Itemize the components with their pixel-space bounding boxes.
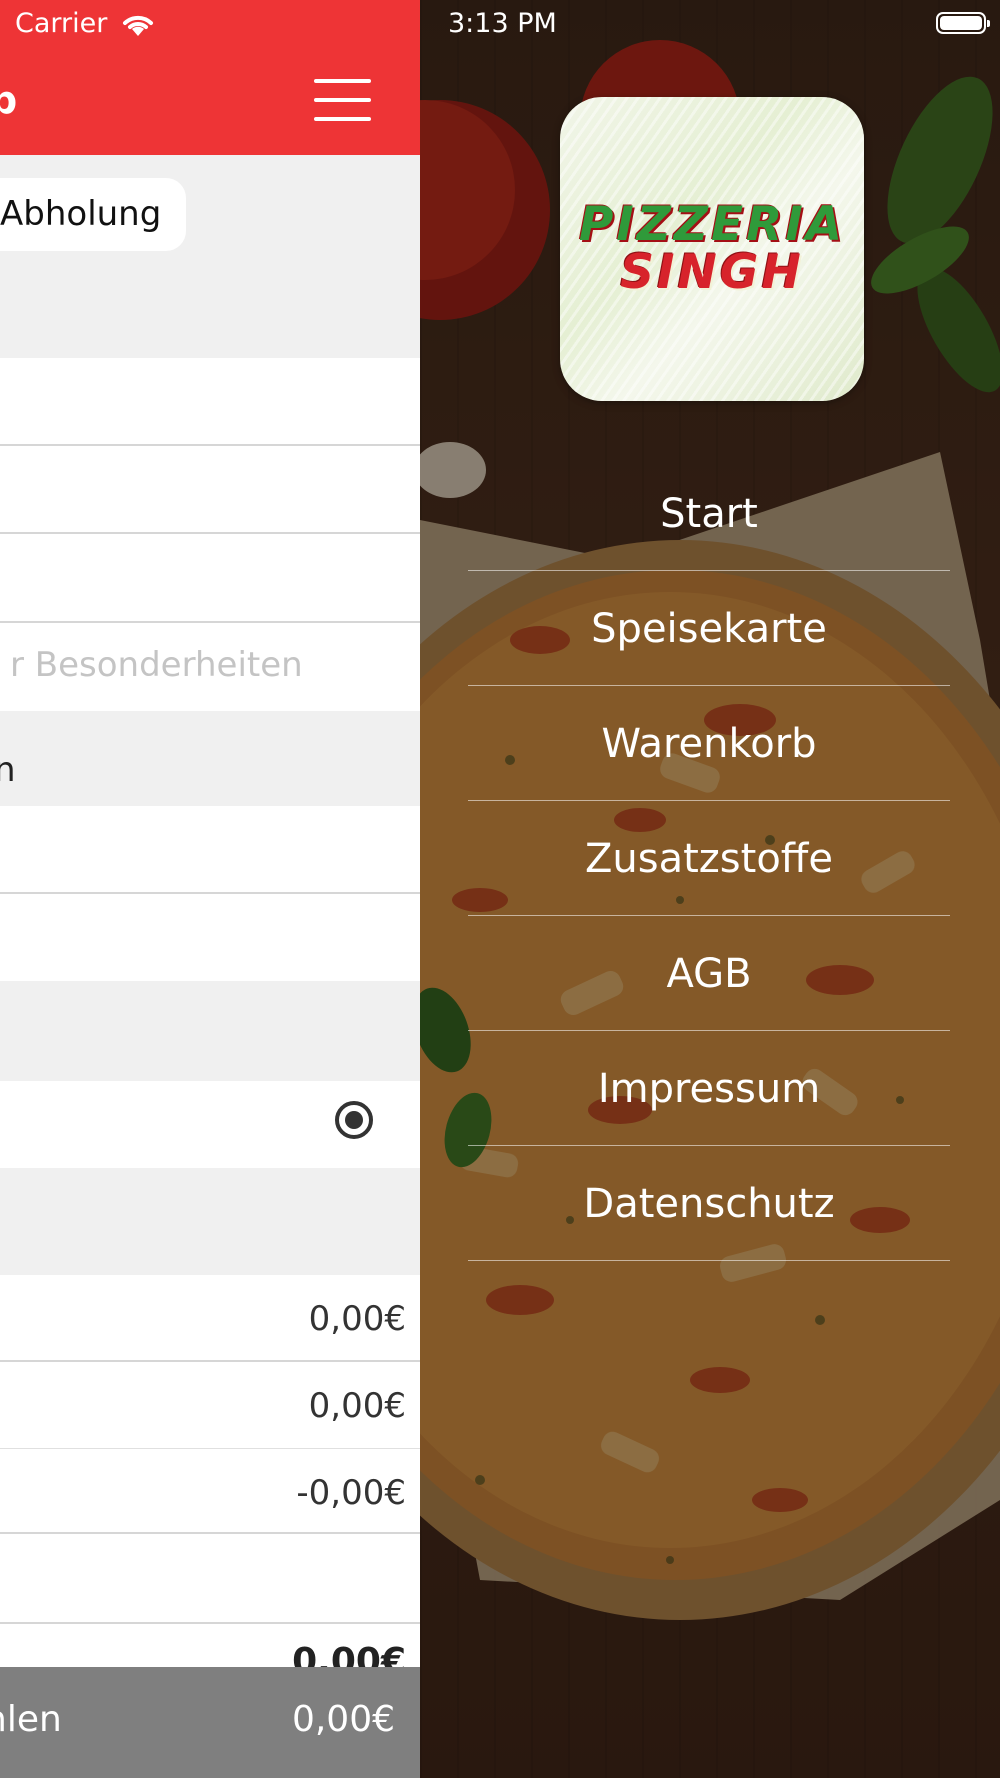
spacer-row [0, 1534, 420, 1622]
menu-item-start[interactable]: Start [468, 456, 950, 571]
menu-toggle-button[interactable] [314, 79, 371, 123]
menu-item-label: Speisekarte [591, 605, 827, 652]
checkout-amount: 0,00€ [291, 1699, 395, 1740]
checkout-button[interactable]: hlen 0,00€ [0, 1667, 420, 1778]
page-title: b [0, 78, 18, 122]
section-header: n [0, 750, 16, 790]
battery-icon [936, 12, 990, 34]
carrier-label: Carrier [15, 8, 108, 39]
status-time: 3:13 PM [448, 8, 557, 39]
menu-item-label: Warenkorb [601, 720, 817, 767]
menu-item-label: Start [660, 490, 758, 537]
wifi-icon [123, 15, 153, 36]
menu-item-impressum[interactable]: Impressum [468, 1031, 950, 1146]
side-menu-drawer: 3:13 PM PIZZERIA SINGH Start Speisekarte… [420, 0, 1000, 1778]
menu-item-datenschutz[interactable]: Datenschutz [468, 1146, 950, 1261]
notes-field[interactable]: r Besonderheiten [0, 623, 420, 711]
menu-item-agb[interactable]: AGB [468, 916, 950, 1031]
price-value: 0,00€ [308, 1299, 406, 1339]
form-field-2[interactable] [0, 446, 420, 534]
notes-placeholder: r Besonderheiten [10, 645, 303, 685]
hamburger-icon [314, 79, 371, 83]
discount-value: -0,00€ [296, 1473, 406, 1513]
menu-item-speisekarte[interactable]: Speisekarte [468, 571, 950, 686]
form-field-3[interactable] [0, 534, 420, 623]
menu-item-warenkorb[interactable]: Warenkorb [468, 686, 950, 801]
price-row-1: 0,00€ [0, 1275, 420, 1362]
menu-item-label: Datenschutz [583, 1180, 835, 1227]
logo-line-1: PIZZERIA [578, 197, 846, 252]
cart-screen: Carrier b Abholung r Besonderheiten n 0,… [0, 0, 420, 1778]
price-row-2: 0,00€ [0, 1362, 420, 1449]
order-type-segment-pickup[interactable]: Abholung [0, 178, 186, 251]
side-menu-list: Start Speisekarte Warenkorb Zusatzstoffe… [468, 456, 950, 1261]
price-value: 0,00€ [308, 1386, 406, 1426]
payment-option-row[interactable] [0, 1081, 420, 1168]
radio-selected-icon[interactable] [335, 1101, 373, 1139]
menu-item-zusatzstoffe[interactable]: Zusatzstoffe [468, 801, 950, 916]
form-field-1[interactable] [0, 358, 420, 446]
pizzeria-logo: PIZZERIA SINGH [560, 97, 864, 401]
menu-item-label: Zusatzstoffe [585, 835, 833, 882]
logo-line-2: SINGH [620, 245, 804, 300]
option-row-1[interactable] [0, 806, 420, 894]
price-row-3: -0,00€ [0, 1449, 420, 1534]
checkout-label: hlen [0, 1699, 62, 1740]
menu-item-label: Impressum [597, 1065, 821, 1112]
option-row-2[interactable] [0, 894, 420, 981]
menu-item-label: AGB [666, 950, 752, 997]
navigation-bar: Carrier b [0, 0, 420, 155]
order-type-label: Abholung [0, 194, 162, 234]
